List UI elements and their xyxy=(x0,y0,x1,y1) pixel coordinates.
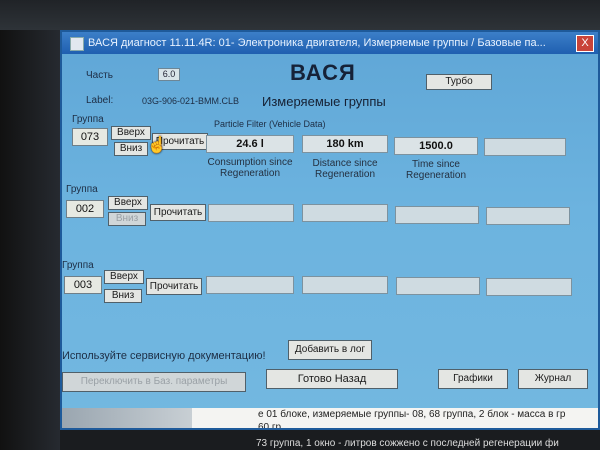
service-doc-notice: Используйте сервисную документацию! xyxy=(62,350,266,362)
group-2-value-4 xyxy=(486,207,570,225)
screen-title: Измеряемые группы xyxy=(262,94,386,109)
group-1-heading: Particle Filter (Vehicle Data) xyxy=(214,119,326,129)
app-icon xyxy=(70,37,84,51)
done-back-button[interactable]: Готово Назад xyxy=(266,369,398,389)
background-doc-line-3: 73 группа, 1 окно - литров сожжено с пос… xyxy=(256,438,559,449)
group-1-caption-1: Consumption since Regeneration xyxy=(207,157,293,179)
group-1-number[interactable]: 073 xyxy=(72,128,108,146)
group-3-read-button[interactable]: Прочитать xyxy=(146,278,202,295)
background-document-image xyxy=(62,408,192,428)
label-label: Label: xyxy=(86,95,114,106)
group-1-caption-2: Distance since Regeneration xyxy=(312,158,378,180)
desk-background xyxy=(0,0,60,450)
part-label: Часть xyxy=(86,70,114,81)
group-1-value-1: 24.6 l xyxy=(206,135,294,153)
group-2-value-1 xyxy=(208,204,294,222)
background-doc-line-2: 60 гр. xyxy=(258,422,284,430)
group-3-value-2 xyxy=(302,276,388,294)
group-2-number[interactable]: 002 xyxy=(66,200,104,218)
group-1-label: Группа xyxy=(72,114,104,125)
close-button[interactable]: X xyxy=(576,35,594,52)
group-3-down-button[interactable]: Вниз xyxy=(104,289,142,303)
group-3-value-1 xyxy=(206,276,294,294)
graphs-button[interactable]: Графики xyxy=(438,369,508,389)
part-value: 6.0 xyxy=(158,68,180,81)
group-3-value-3 xyxy=(396,277,480,295)
group-2-read-button[interactable]: Прочитать xyxy=(150,204,206,221)
group-2-value-2 xyxy=(302,204,388,222)
group-2-up-button[interactable]: Вверх xyxy=(108,196,148,210)
app-title: ВАСЯ xyxy=(290,60,356,85)
group-3-label: Группа xyxy=(62,260,94,271)
group-1-value-3: 1500.0 xyxy=(394,137,478,155)
add-to-log-button[interactable]: Добавить в лог xyxy=(288,340,372,360)
group-2-label: Группа xyxy=(66,184,98,195)
background-doc-line-1: е 01 блоке, измеряемые группы- 08, 68 гр… xyxy=(258,409,566,420)
switch-basic-params-button[interactable]: Переключить в Баз. параметры xyxy=(62,372,246,392)
group-1-value-4 xyxy=(484,138,566,156)
group-1-caption-3: Time since Regeneration xyxy=(405,159,467,181)
vasya-window: ВАСЯ диагност 11.11.4R: 01- Электроника … xyxy=(60,30,600,430)
group-2-down-button[interactable]: Вниз xyxy=(108,212,146,226)
group-1-value-2: 180 km xyxy=(302,135,388,153)
window-title: ВАСЯ диагност 11.11.4R: 01- Электроника … xyxy=(88,37,546,49)
group-3-number[interactable]: 003 xyxy=(64,276,102,294)
mouse-cursor-icon: ☝ xyxy=(147,137,167,154)
turbo-button[interactable]: Турбо xyxy=(426,74,492,90)
group-1-up-button[interactable]: Вверх xyxy=(111,126,151,140)
title-bar: ВАСЯ диагност 11.11.4R: 01- Электроника … xyxy=(62,32,598,54)
group-2-value-3 xyxy=(395,206,479,224)
monitor-bezel xyxy=(0,0,600,30)
group-3-up-button[interactable]: Вверх xyxy=(104,270,144,284)
group-1-down-button[interactable]: Вниз xyxy=(114,142,148,156)
group-3-value-4 xyxy=(486,278,572,296)
label-value: 03G-906-021-BMM.CLB xyxy=(142,96,240,106)
log-button[interactable]: Журнал xyxy=(518,369,588,389)
